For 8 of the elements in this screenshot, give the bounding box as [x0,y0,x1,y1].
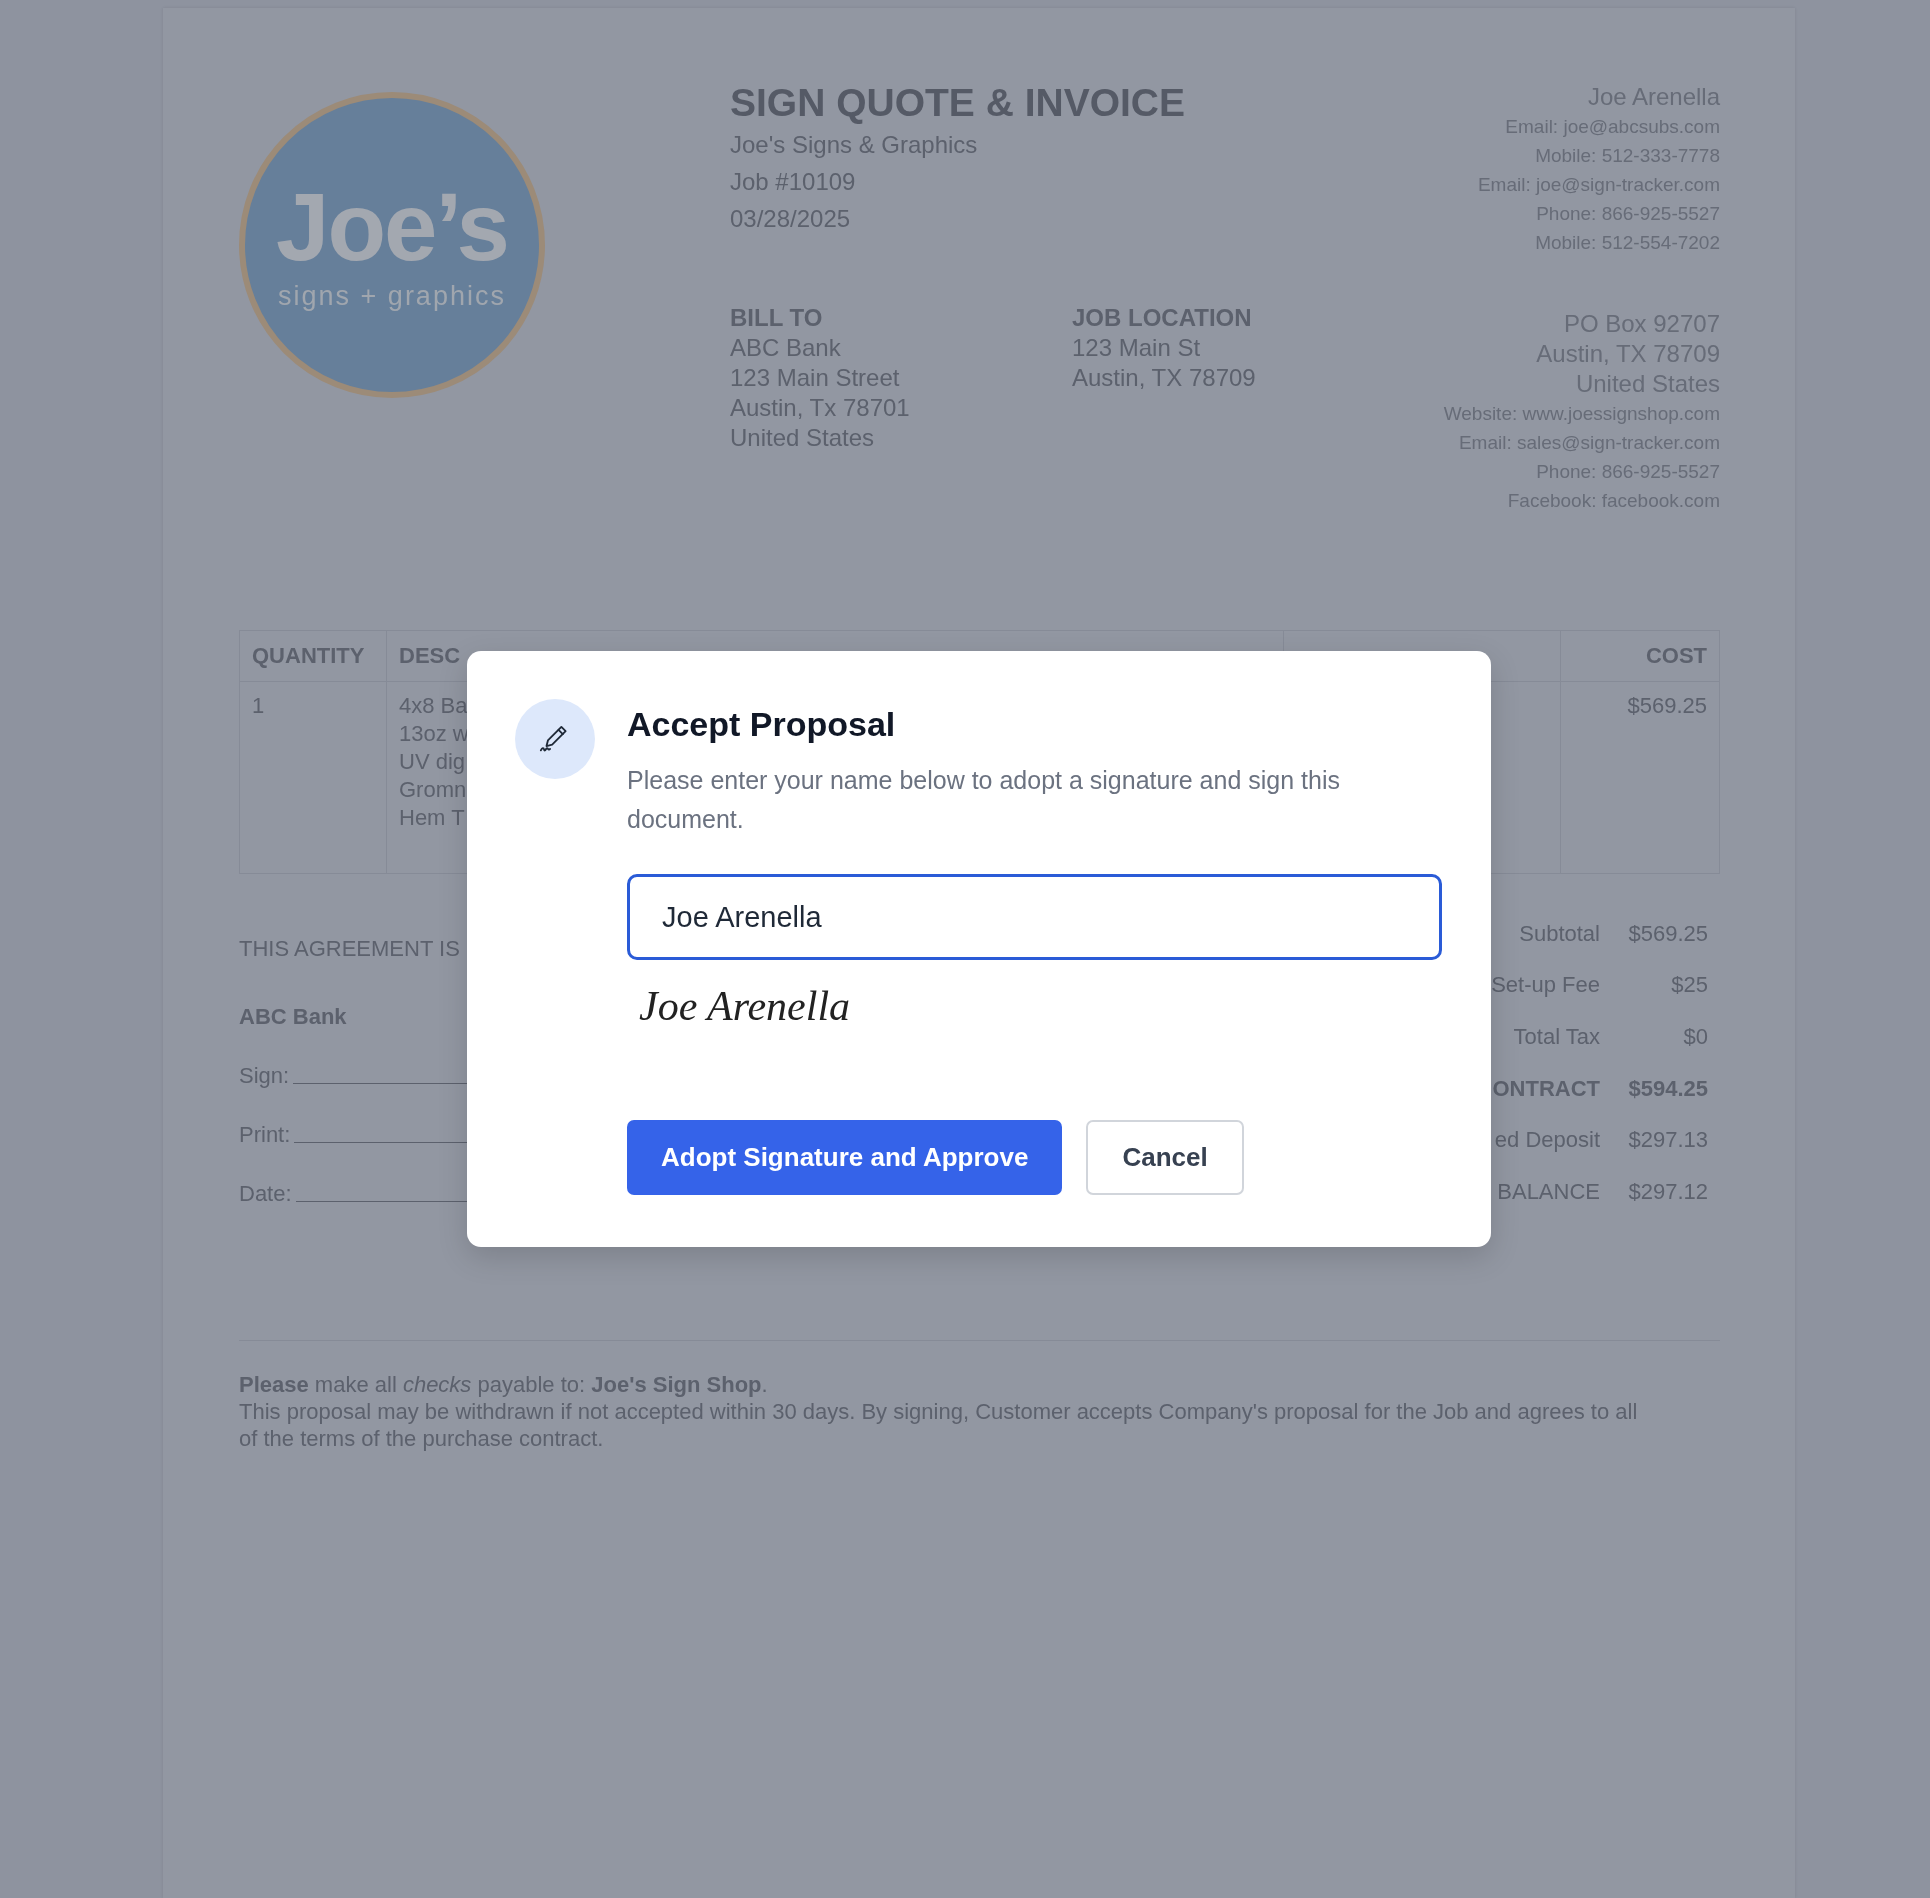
document-title: SIGN QUOTE & INVOICE [730,80,1187,126]
logo: Joe’s signs + graphics [239,92,545,398]
cancel-button[interactable]: Cancel [1086,1120,1244,1195]
name-input[interactable]: Joe Arenella [627,874,1442,960]
dialog-message: Please enter your name below to adopt a signature and sign this document. [627,765,1341,835]
signature-preview: Joe Arenella [639,982,852,1031]
approve-button[interactable]: Adopt Signature and Approve [627,1120,1063,1195]
dialog-title: Accept Proposal [627,704,897,745]
